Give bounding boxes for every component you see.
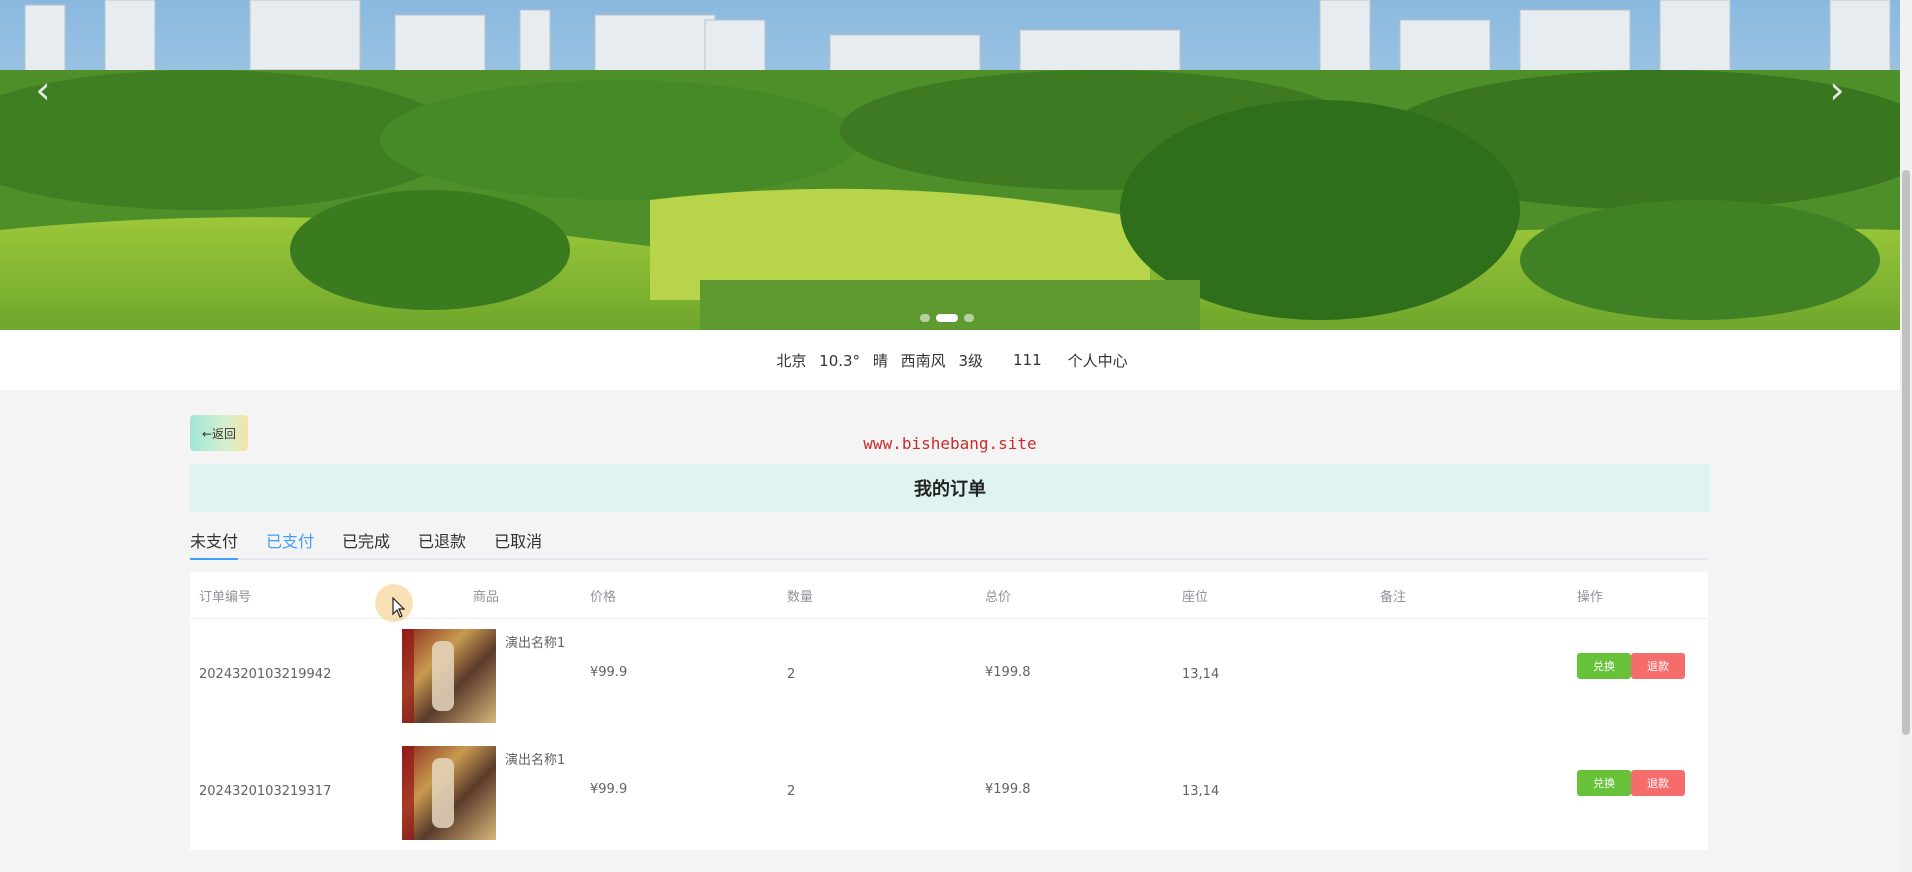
refund-button[interactable]: 退款 [1631,770,1685,796]
header-total: 总价 [985,590,1012,605]
total-price: ¥199.8 [985,665,1031,680]
banner-image [0,0,1900,330]
price: ¥99.9 [590,782,628,797]
tab-cancelled[interactable]: 已取消 [494,528,542,558]
header-product: 商品 [473,590,500,605]
order-no: 2024320103219317 [199,784,332,799]
weather-wind-level: 3级 [958,351,983,370]
table-row: 2024320103219317 演出名称1 ¥99.9 2 ¥199.8 13… [190,735,1708,852]
header-note: 备注 [1380,590,1407,605]
tab-unpaid[interactable]: 未支付 [190,528,239,560]
weather-temp: 10.3° [819,351,861,370]
page-scrollbar[interactable] [1900,0,1912,872]
product-thumbnail [402,746,496,840]
seat: 13,14 [1182,667,1220,682]
product-name: 演出名称1 [505,636,566,651]
header-qty: 数量 [787,590,814,605]
header-seat: 座位 [1182,590,1209,605]
carousel-dot-active[interactable] [936,314,958,322]
weather-condition: 晴 [872,351,888,370]
tab-refunded[interactable]: 已退款 [418,528,466,558]
profile-link[interactable]: 个人中心 [1068,350,1128,371]
top-info-bar: 北京 10.3° 晴 西南风 3级 111 个人中心 [0,330,1900,390]
total-price: ¥199.8 [985,782,1031,797]
refund-button[interactable]: 退款 [1631,653,1685,679]
weather-wind: 西南风 [900,351,946,370]
product-thumbnail [402,629,496,723]
weather-info: 北京 10.3° 晴 西南风 3级 [772,350,987,371]
username[interactable]: 111 [1013,351,1042,369]
order-status-tabs: 未支付 已支付 已完成 已退款 已取消 [190,528,1708,560]
redeem-button[interactable]: 兑换 [1577,653,1631,679]
carousel-next-icon[interactable]: › [1822,70,1852,110]
header-order-no: 订单编号 [199,590,252,605]
header-price: 价格 [590,590,617,605]
carousel-dot[interactable] [964,314,974,322]
tab-paid[interactable]: 已支付 [266,528,314,558]
redeem-button[interactable]: 兑换 [1577,770,1631,796]
tab-completed[interactable]: 已完成 [342,528,390,558]
quantity: 2 [787,784,796,799]
product-name: 演出名称1 [505,753,566,768]
carousel-prev-icon[interactable]: ‹ [28,70,58,110]
order-no: 2024320103219942 [199,667,332,682]
price: ¥99.9 [590,665,628,680]
table-row: 2024320103219942 演出名称1 ¥99.9 2 ¥199.8 13… [190,618,1708,735]
orders-table: 订单编号 商品 价格 数量 总价 座位 备注 操作 20243201032199… [190,572,1708,850]
scrollbar-thumb[interactable] [1902,170,1910,735]
table-header: 订单编号 商品 价格 数量 总价 座位 备注 操作 [190,572,1708,619]
site-watermark: www.bishebang.site [863,434,1037,453]
seat: 13,14 [1182,784,1220,799]
page-title: 我的订单 [190,464,1710,512]
weather-city: 北京 [776,351,807,370]
quantity: 2 [787,667,796,682]
carousel-dot[interactable] [920,314,930,322]
carousel-indicators [920,314,974,322]
mouse-cursor-icon [392,597,406,618]
banner-carousel[interactable]: ‹ › [0,0,1900,330]
header-actions: 操作 [1577,590,1604,605]
